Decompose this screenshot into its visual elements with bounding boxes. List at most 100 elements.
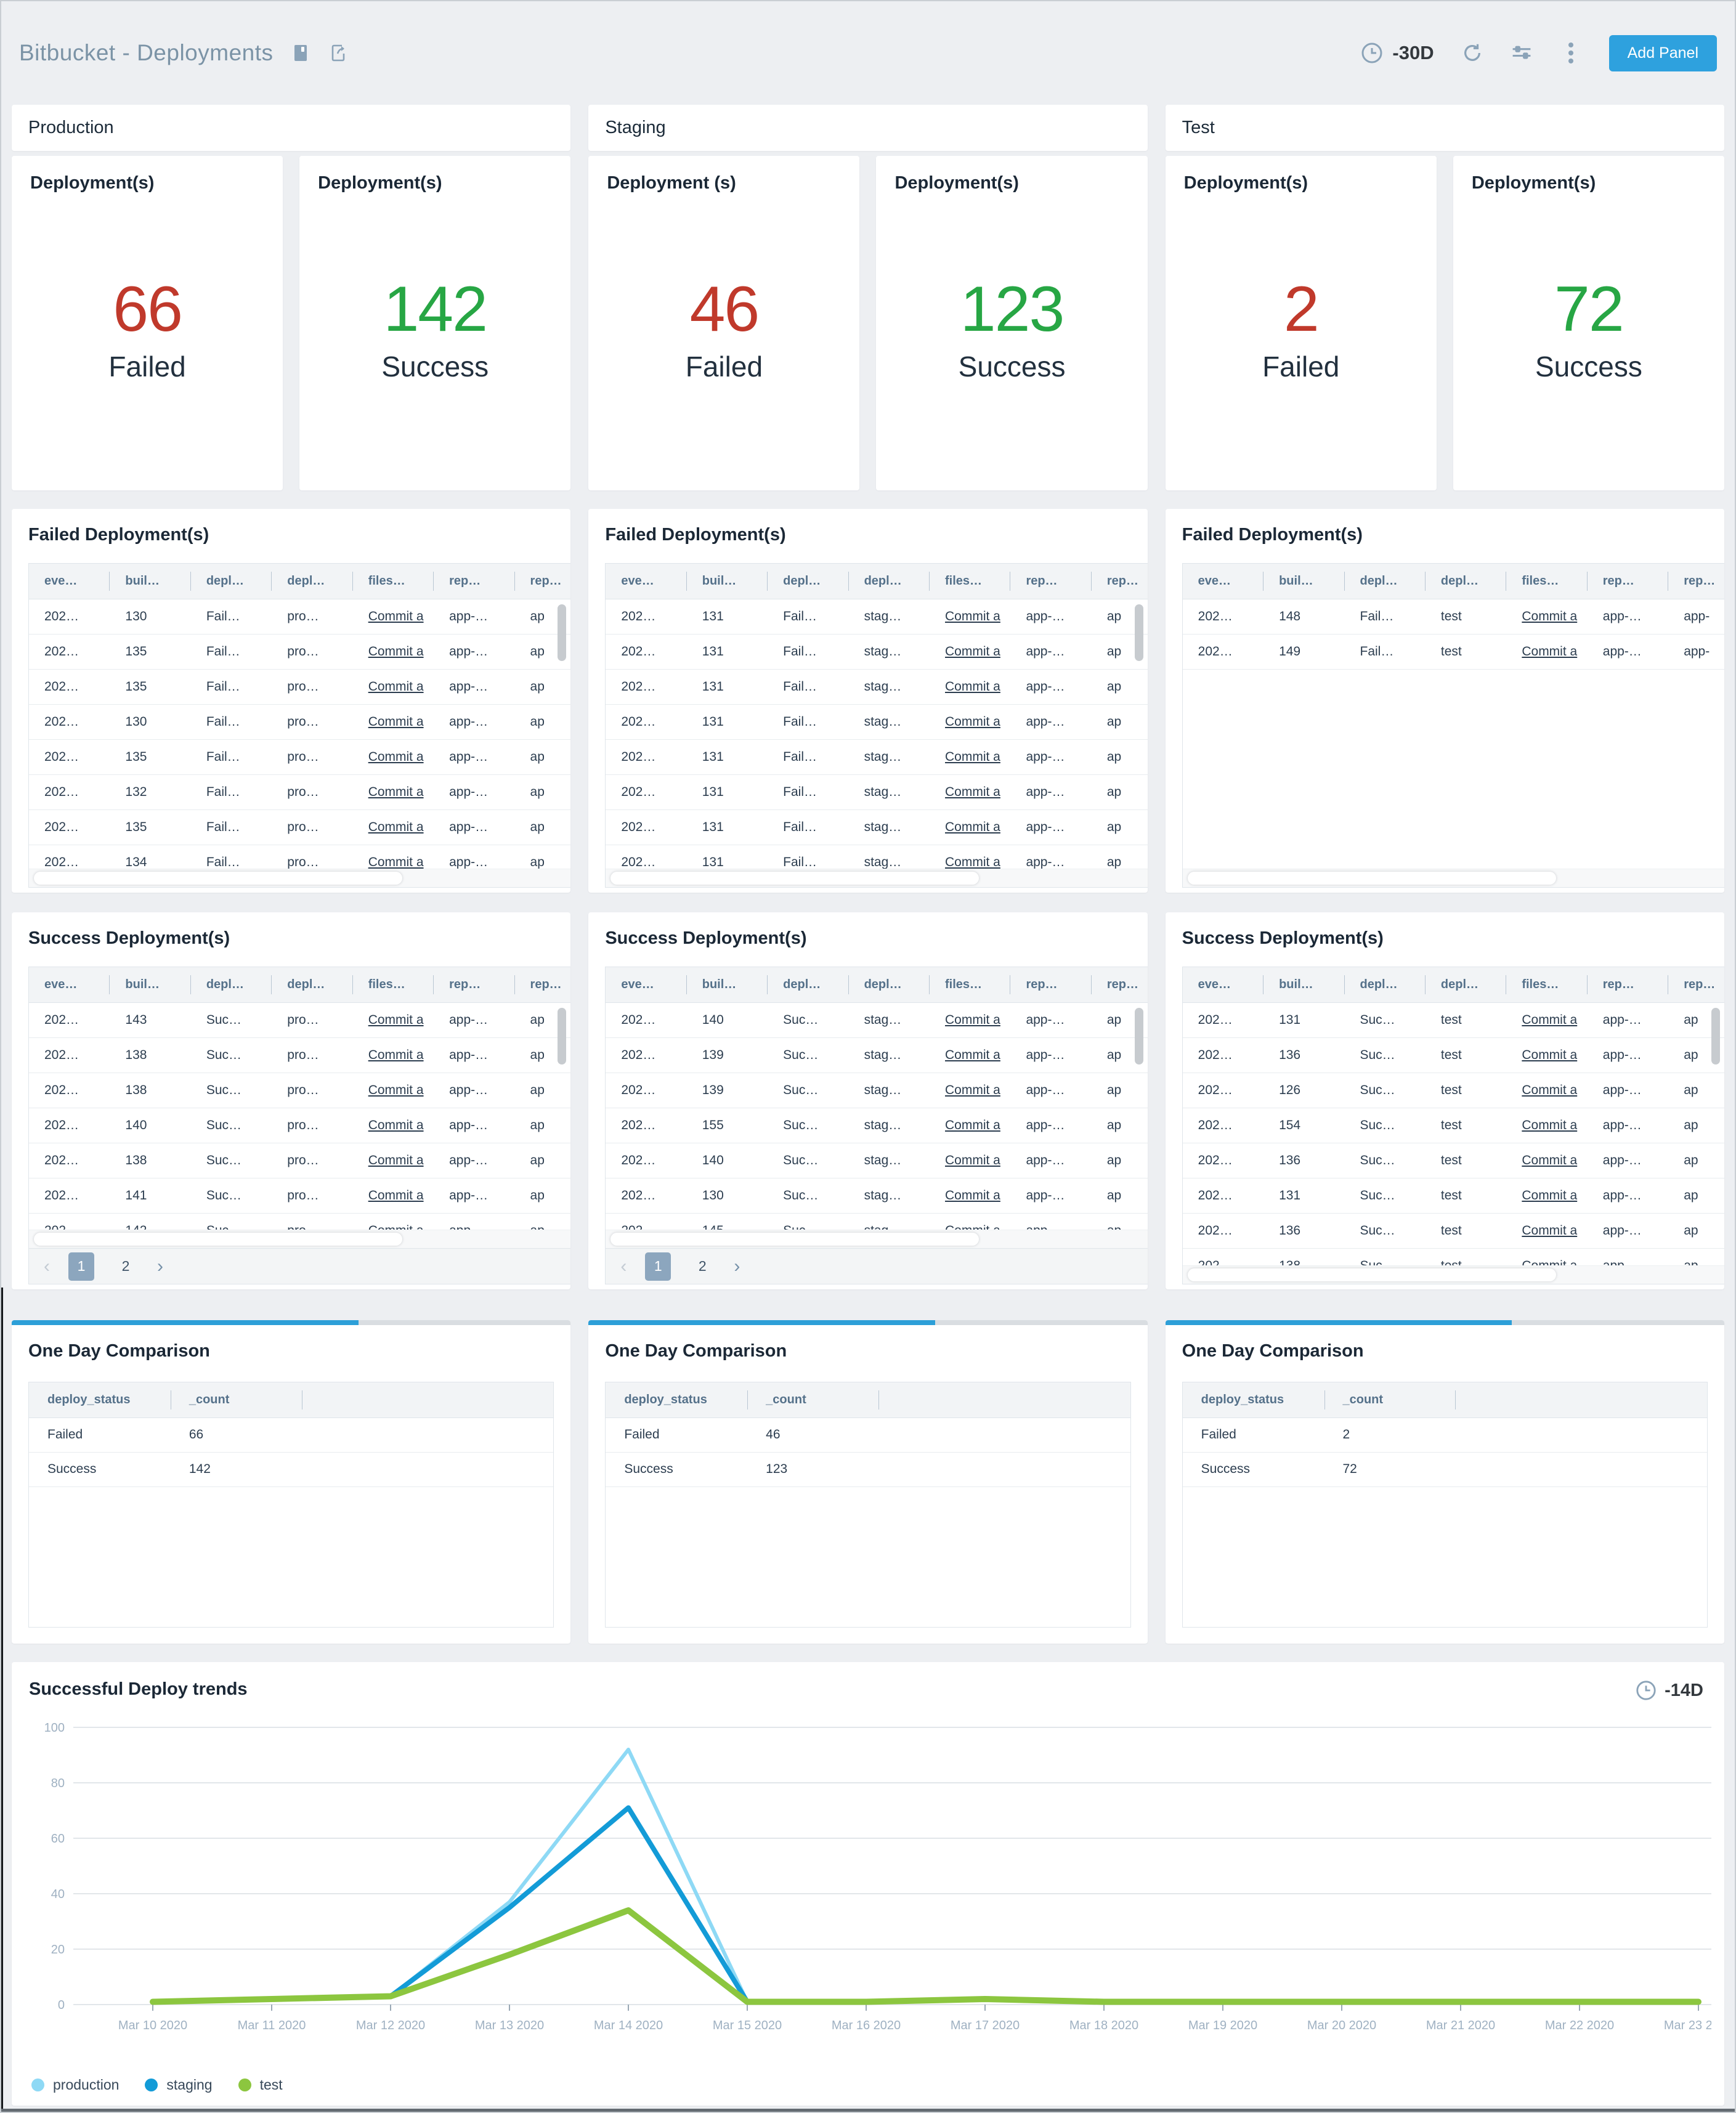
commit-link[interactable]: Commit a — [930, 739, 1010, 774]
column-header[interactable]: rep… — [515, 967, 571, 1002]
column-header[interactable]: buil… — [1263, 967, 1344, 1002]
vertical-scrollbar[interactable] — [1711, 1008, 1720, 1065]
commit-link[interactable]: Commit a — [353, 669, 434, 704]
column-header[interactable]: rep… — [1668, 564, 1724, 599]
commit-link[interactable]: Commit a — [353, 1178, 434, 1213]
column-header[interactable]: depl… — [1426, 564, 1506, 599]
next-page-icon[interactable]: › — [157, 1257, 163, 1276]
add-panel-button[interactable]: Add Panel — [1609, 35, 1717, 71]
column-header[interactable]: files… — [353, 564, 434, 599]
column-header[interactable]: buil… — [110, 967, 190, 1002]
horizontal-scrollbar[interactable] — [29, 869, 570, 887]
horizontal-scrollbar[interactable] — [1183, 1265, 1724, 1284]
column-header[interactable]: depl… — [1345, 564, 1426, 599]
commit-link[interactable]: Commit a — [1506, 1108, 1587, 1143]
column-header[interactable]: depl… — [849, 967, 930, 1002]
time-range-control[interactable]: -30D — [1360, 41, 1434, 65]
commit-link[interactable]: Commit a — [353, 1002, 434, 1037]
horizontal-scrollbar[interactable] — [606, 869, 1147, 887]
column-header[interactable]: files… — [353, 967, 434, 1002]
commit-link[interactable]: Commit a — [353, 704, 434, 739]
column-header[interactable]: rep… — [1010, 967, 1091, 1002]
column-header[interactable]: depl… — [272, 564, 352, 599]
save-icon[interactable] — [290, 42, 312, 64]
column-header[interactable]: eve… — [606, 967, 686, 1002]
next-page-icon[interactable]: › — [734, 1257, 740, 1276]
commit-link[interactable]: Commit a — [353, 739, 434, 774]
page-1-button[interactable]: 1 — [645, 1252, 671, 1281]
column-header[interactable]: files… — [1506, 967, 1587, 1002]
column-header[interactable]: files… — [930, 967, 1010, 1002]
column-header[interactable]: buil… — [110, 564, 190, 599]
column-header[interactable]: depl… — [849, 564, 930, 599]
legend-item-production[interactable]: production — [31, 2077, 119, 2093]
column-header[interactable]: rep… — [1092, 564, 1148, 599]
column-header[interactable]: depl… — [768, 564, 848, 599]
column-header[interactable]: buil… — [687, 564, 768, 599]
column-header[interactable]: rep… — [1588, 564, 1668, 599]
commit-link[interactable]: Commit a — [1506, 1002, 1587, 1037]
commit-link[interactable]: Commit a — [353, 599, 434, 634]
commit-link[interactable]: Commit a — [1506, 1213, 1587, 1248]
column-header[interactable]: depl… — [191, 564, 272, 599]
filters-icon[interactable] — [1511, 42, 1533, 64]
commit-link[interactable]: Commit a — [930, 1108, 1010, 1143]
column-header[interactable]: deploy_status — [29, 1382, 171, 1417]
commit-link[interactable]: Commit a — [930, 774, 1010, 809]
commit-link[interactable]: Commit a — [353, 1108, 434, 1143]
commit-link[interactable]: Commit a — [353, 1143, 434, 1178]
page-2-button[interactable]: 2 — [113, 1258, 139, 1275]
legend-item-staging[interactable]: staging — [145, 2077, 212, 2093]
commit-link[interactable]: Commit a — [1506, 1178, 1587, 1213]
page-1-button[interactable]: 1 — [68, 1252, 94, 1281]
column-header[interactable]: eve… — [1183, 967, 1263, 1002]
commit-link[interactable]: Commit a — [353, 809, 434, 845]
column-header[interactable]: depl… — [768, 967, 848, 1002]
commit-link[interactable]: Commit a — [353, 1073, 434, 1108]
column-header[interactable]: rep… — [434, 564, 514, 599]
column-header[interactable]: _count — [171, 1382, 553, 1417]
column-header[interactable]: rep… — [434, 967, 514, 1002]
column-header[interactable]: eve… — [1183, 564, 1263, 599]
column-header[interactable]: buil… — [687, 967, 768, 1002]
column-header[interactable]: depl… — [272, 967, 352, 1002]
commit-link[interactable]: Commit a — [1506, 1143, 1587, 1178]
commit-link[interactable]: Commit a — [930, 634, 1010, 669]
commit-link[interactable]: Commit a — [1506, 634, 1587, 669]
commit-link[interactable]: Commit a — [930, 1143, 1010, 1178]
commit-link[interactable]: Commit a — [1506, 1037, 1587, 1073]
export-icon[interactable] — [328, 42, 350, 64]
column-header[interactable]: files… — [1506, 564, 1587, 599]
commit-link[interactable]: Commit a — [353, 634, 434, 669]
commit-link[interactable]: Commit a — [1506, 599, 1587, 634]
horizontal-scrollbar[interactable] — [1183, 869, 1724, 887]
commit-link[interactable]: Commit a — [930, 1178, 1010, 1213]
column-header[interactable]: rep… — [1668, 967, 1724, 1002]
page-2-button[interactable]: 2 — [689, 1258, 715, 1275]
vertical-scrollbar[interactable] — [1135, 604, 1143, 661]
commit-link[interactable]: Commit a — [930, 704, 1010, 739]
column-header[interactable]: rep… — [1010, 564, 1091, 599]
commit-link[interactable]: Commit a — [930, 599, 1010, 634]
refresh-icon[interactable] — [1461, 42, 1483, 64]
kebab-menu-icon[interactable] — [1560, 42, 1582, 64]
column-header[interactable]: buil… — [1263, 564, 1344, 599]
column-header[interactable]: deploy_status — [606, 1382, 747, 1417]
column-header[interactable]: eve… — [29, 967, 110, 1002]
vertical-scrollbar[interactable] — [558, 604, 566, 661]
column-header[interactable]: depl… — [191, 967, 272, 1002]
chart-time-range-control[interactable]: -14D — [1635, 1679, 1703, 1701]
commit-link[interactable]: Commit a — [930, 1002, 1010, 1037]
commit-link[interactable]: Commit a — [930, 669, 1010, 704]
commit-link[interactable]: Commit a — [930, 1037, 1010, 1073]
commit-link[interactable]: Commit a — [1506, 1073, 1587, 1108]
column-header[interactable]: rep… — [1588, 967, 1668, 1002]
vertical-scrollbar[interactable] — [558, 1008, 566, 1065]
prev-page-icon[interactable]: ‹ — [620, 1257, 627, 1276]
prev-page-icon[interactable]: ‹ — [44, 1257, 50, 1276]
column-header[interactable]: eve… — [606, 564, 686, 599]
column-header[interactable]: depl… — [1426, 967, 1506, 1002]
commit-link[interactable]: Commit a — [930, 809, 1010, 845]
column-header[interactable]: depl… — [1345, 967, 1426, 1002]
vertical-scrollbar[interactable] — [1135, 1008, 1143, 1065]
